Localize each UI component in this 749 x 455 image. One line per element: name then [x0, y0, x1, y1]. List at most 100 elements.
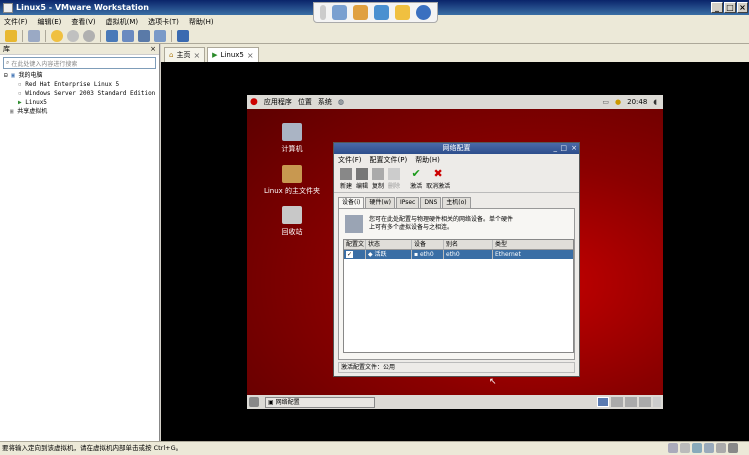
- library-close-button[interactable]: ×: [150, 45, 156, 53]
- help-icon[interactable]: [416, 5, 431, 20]
- profile-checkbox[interactable]: ✓: [344, 250, 366, 259]
- copy-button[interactable]: 复制: [372, 167, 384, 190]
- redhat-logo-icon: ●: [250, 97, 258, 107]
- message-icon[interactable]: [728, 443, 738, 453]
- trash-icon: [282, 206, 302, 224]
- tab-hosts[interactable]: 主机(o): [442, 197, 471, 208]
- snapshot-icon[interactable]: [51, 29, 63, 42]
- unity-icon[interactable]: [154, 29, 166, 42]
- send-keys-icon[interactable]: [28, 29, 40, 42]
- usb-icon[interactable]: [704, 443, 714, 453]
- cd-drive-icon[interactable]: [353, 5, 368, 20]
- tab-ipsec[interactable]: IPsec: [395, 197, 420, 208]
- taskbar-item-network-config[interactable]: ▣ 网络配置: [265, 396, 375, 408]
- dialog-menu-file[interactable]: 文件(F): [338, 155, 362, 165]
- menu-edit[interactable]: 编辑(E): [38, 17, 62, 27]
- volume-icon[interactable]: ◖: [653, 98, 657, 106]
- trash-applet-icon[interactable]: [653, 397, 661, 407]
- deactivate-button[interactable]: ✖ 取消激活: [426, 167, 450, 190]
- pin-icon[interactable]: [320, 5, 326, 20]
- console-view-icon[interactable]: [177, 29, 189, 42]
- desktop-icon-home[interactable]: Linux 的主文件夹: [262, 165, 322, 196]
- desktop-icon-computer[interactable]: 计算机: [262, 123, 322, 154]
- workspace-1[interactable]: [597, 397, 609, 407]
- library-panel: 库 × ⌕ 在此处键入内容进行搜索 ⊟ ▣ 我的电脑 ▫ Red Hat Ent…: [0, 44, 160, 441]
- devices-table: 配置文 状态 设备 别名 类型 ✓ ◆ 活跃 ▪ eth0 eth0 Ether…: [343, 239, 574, 353]
- snapshot-manager-icon[interactable]: [83, 29, 95, 42]
- network-globe-icon[interactable]: ◍: [338, 98, 344, 106]
- menu-applications[interactable]: 应用程序: [264, 97, 292, 107]
- shared-vm-icon: ▣: [10, 108, 14, 115]
- dialog-menu-profile[interactable]: 配置文件(P): [370, 155, 408, 165]
- sound-icon[interactable]: [716, 443, 726, 453]
- tree-item-shared-vms[interactable]: ▣ 共享虚拟机: [4, 107, 159, 116]
- revert-snapshot-icon[interactable]: [67, 29, 79, 42]
- tab-dns[interactable]: DNS: [420, 197, 442, 208]
- menu-places[interactable]: 位置: [298, 97, 312, 107]
- desktop-icon-trash[interactable]: 回收站: [262, 206, 322, 237]
- library-title: 库: [3, 45, 10, 53]
- new-button[interactable]: 新建: [340, 167, 352, 190]
- tree-item-linux5[interactable]: ▶ Linux5: [4, 98, 159, 107]
- thumbnail-bar-icon[interactable]: [122, 29, 134, 42]
- show-library-icon[interactable]: [106, 29, 118, 42]
- tree-item-rhel5[interactable]: ▫ Red Hat Enterprise Linux 5: [4, 80, 159, 89]
- main-toolbar: [0, 28, 749, 44]
- dialog-close-button[interactable]: ×: [571, 143, 577, 154]
- activate-button[interactable]: ✔ 激活: [410, 166, 422, 190]
- edit-button[interactable]: 编辑: [356, 167, 368, 190]
- menu-view[interactable]: 查看(V): [71, 17, 95, 27]
- table-row[interactable]: ✓ ◆ 活跃 ▪ eth0 eth0 Ethernet: [344, 250, 573, 259]
- dialog-minimize-button[interactable]: _: [554, 143, 558, 154]
- menu-tabs[interactable]: 选项卡(T): [148, 17, 179, 27]
- menu-vm[interactable]: 虚拟机(M): [106, 17, 139, 27]
- dialog-maximize-button[interactable]: □: [560, 143, 567, 154]
- power-icon[interactable]: [5, 29, 17, 42]
- network-icon[interactable]: [692, 443, 702, 453]
- close-button[interactable]: ×: [737, 2, 748, 13]
- vm-icon: ▫: [18, 81, 22, 88]
- library-tree: ⊟ ▣ 我的电脑 ▫ Red Hat Enterprise Linux 5 ▫ …: [0, 71, 159, 116]
- network-adapter-icon[interactable]: [332, 5, 347, 20]
- col-type[interactable]: 类型: [493, 240, 573, 249]
- maximize-button[interactable]: □: [724, 2, 736, 13]
- dialog-menu-help[interactable]: 帮助(H): [415, 155, 440, 165]
- col-profile[interactable]: 配置文: [344, 240, 366, 249]
- workspace-2[interactable]: [611, 397, 623, 407]
- tab-hardware[interactable]: 硬件(w): [365, 197, 395, 208]
- workspace-4[interactable]: [639, 397, 651, 407]
- show-desktop-icon[interactable]: [249, 397, 259, 407]
- col-device[interactable]: 设备: [412, 240, 444, 249]
- delete-icon: [388, 167, 401, 180]
- col-status[interactable]: 状态: [366, 240, 412, 249]
- delete-button[interactable]: 删除: [388, 167, 401, 190]
- menu-help[interactable]: 帮助(H): [189, 17, 214, 27]
- hdd-icon[interactable]: [668, 443, 678, 453]
- menu-system[interactable]: 系统: [318, 97, 332, 107]
- mouse-cursor-icon: ↖: [489, 377, 497, 387]
- minimize-button[interactable]: _: [711, 2, 723, 13]
- toolbar-separator: [171, 29, 172, 42]
- tree-item-my-computer[interactable]: ⊟ ▣ 我的电脑: [4, 71, 159, 80]
- cdrom-icon[interactable]: [680, 443, 690, 453]
- check-icon: ✔: [411, 166, 421, 180]
- fullscreen-icon[interactable]: [138, 29, 150, 42]
- tab-devices[interactable]: 设备(i): [338, 197, 365, 208]
- library-search-input[interactable]: ⌕ 在此处键入内容进行搜索: [3, 57, 156, 69]
- folder-share-icon[interactable]: [395, 5, 410, 20]
- workspace-3[interactable]: [625, 397, 637, 407]
- table-header: 配置文 状态 设备 别名 类型: [344, 240, 573, 250]
- menu-file[interactable]: 文件(F): [4, 17, 28, 27]
- update-notifier-icon[interactable]: ●: [615, 98, 621, 106]
- vm-running-icon: ▶: [212, 51, 218, 59]
- keyboard-icon[interactable]: ▭: [602, 98, 609, 106]
- tab-home[interactable]: ⌂ 主页 ×: [164, 47, 206, 62]
- tab-close-icon[interactable]: ×: [247, 51, 254, 60]
- guest-desktop[interactable]: ● 应用程序 位置 系统 ◍ ▭ ● 20:48 ◖ 计算机 Linux 的主文…: [247, 95, 663, 409]
- tab-linux5[interactable]: ▶ Linux5 ×: [207, 47, 259, 62]
- tree-item-win2003[interactable]: ▫ Windows Server 2003 Standard Edition: [4, 89, 159, 98]
- col-alias[interactable]: 别名: [444, 240, 493, 249]
- clock[interactable]: 20:48: [627, 98, 647, 106]
- usb-device-icon[interactable]: [374, 5, 389, 20]
- tab-close-icon[interactable]: ×: [193, 51, 200, 60]
